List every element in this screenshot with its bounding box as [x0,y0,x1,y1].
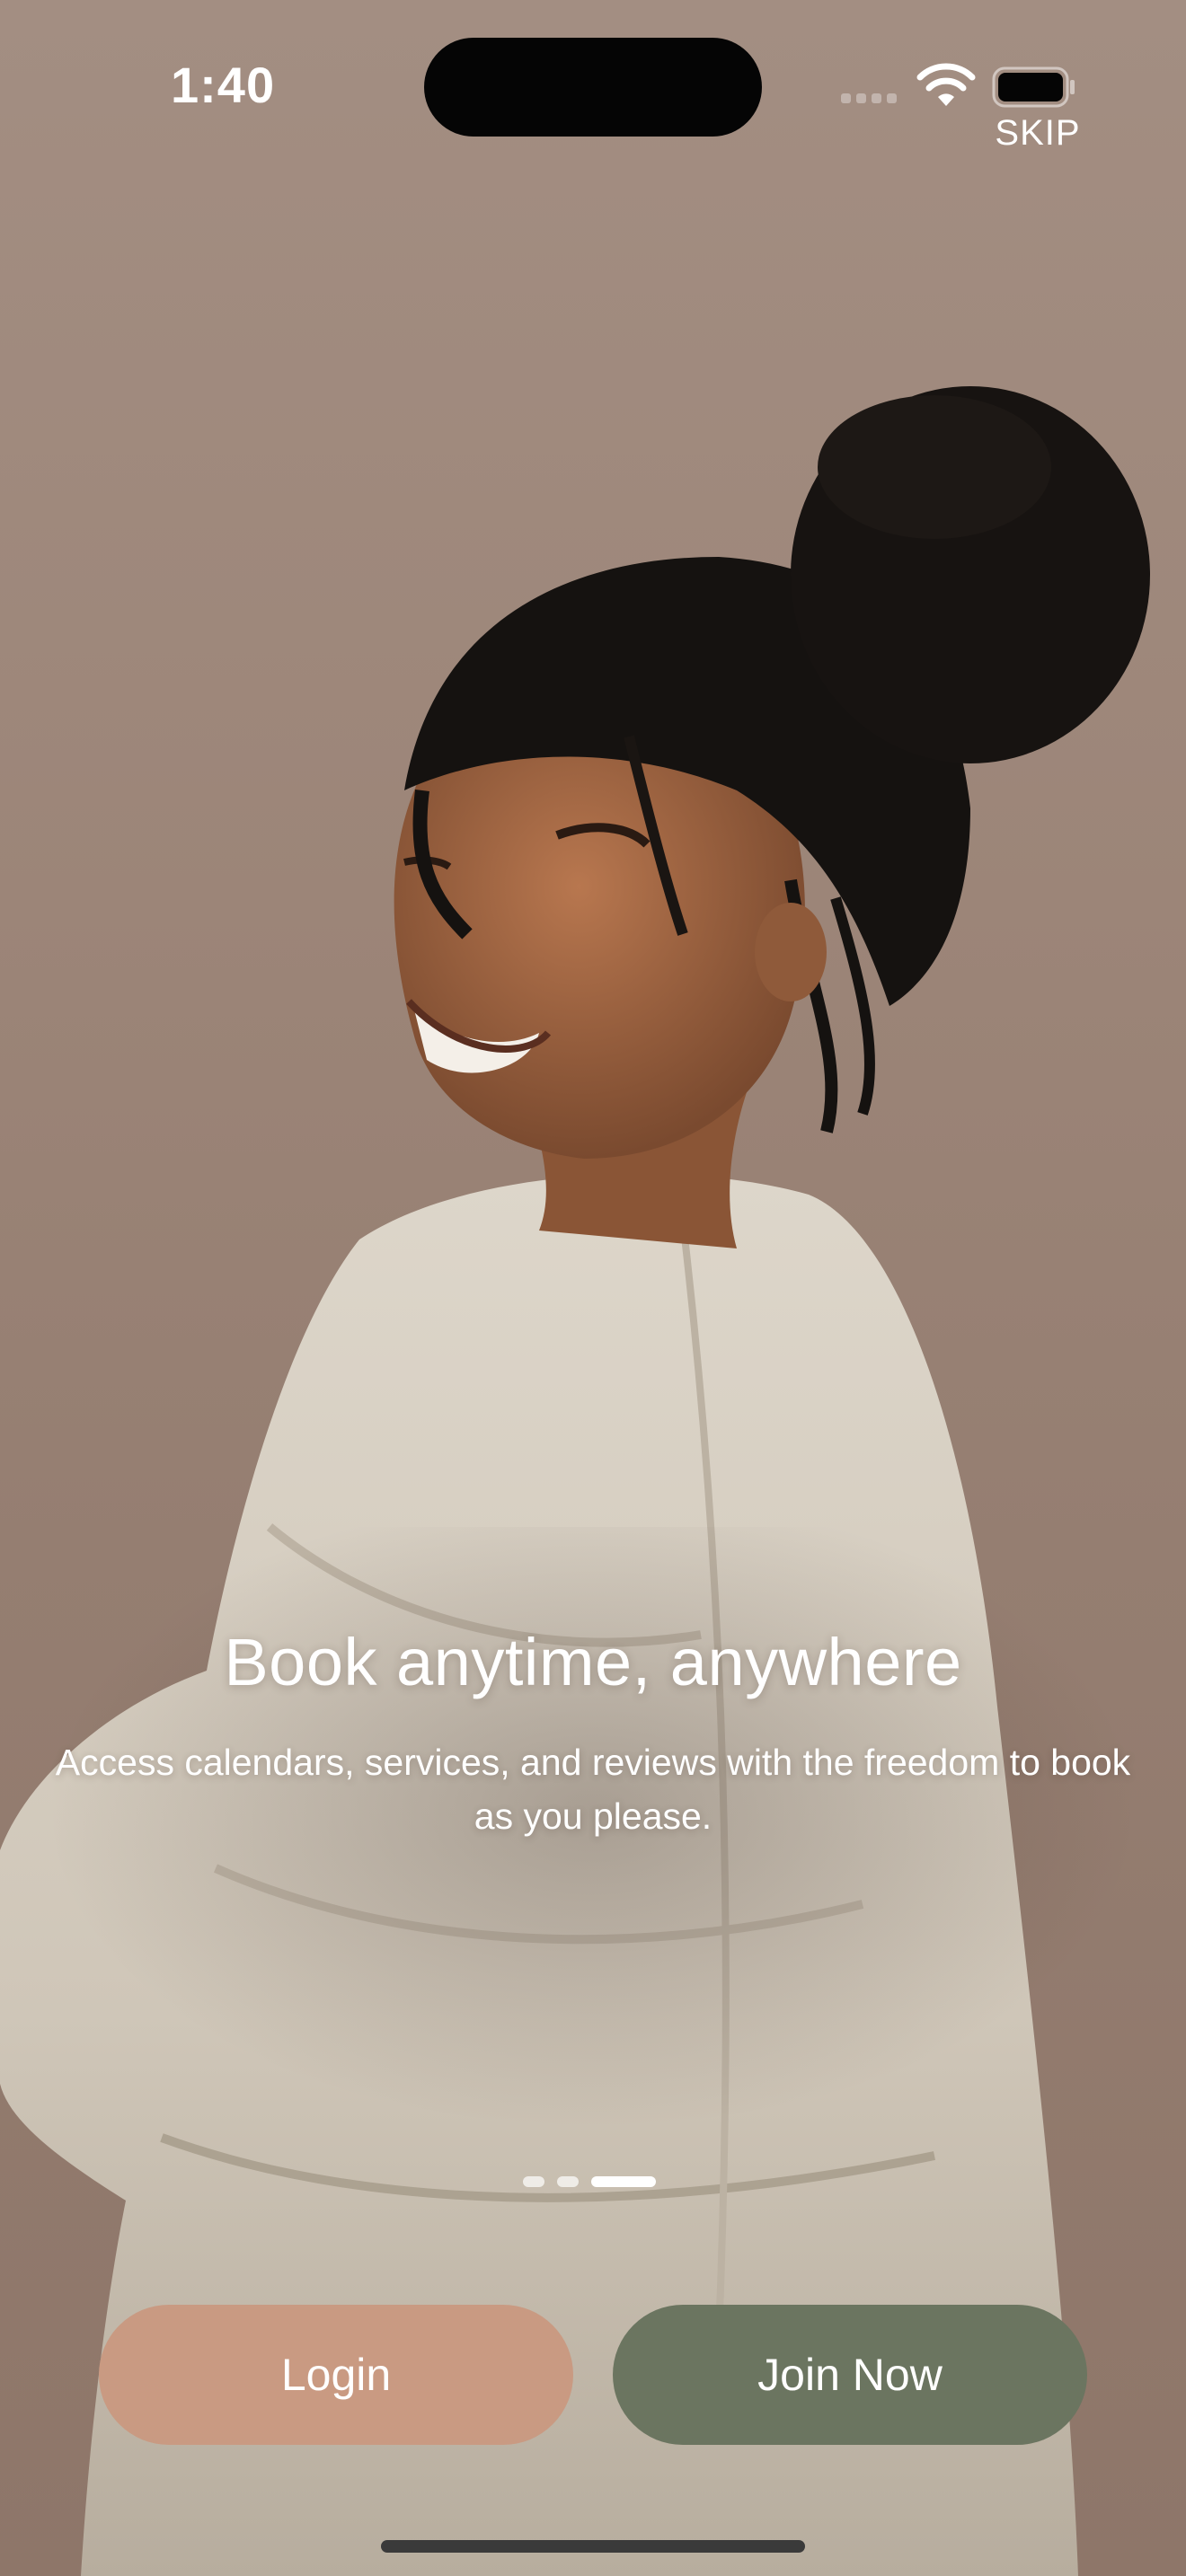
dynamic-island [424,38,762,137]
onboarding-screen: 1:40 SKIP Book anytime, anywhere Access … [0,0,1186,2576]
page-dot-2[interactable] [557,2176,579,2187]
wifi-icon [916,63,976,106]
onboarding-subtitle: Access calendars, services, and reviews … [55,1742,1131,1837]
hero-image [0,386,1150,2576]
page-dot-3-active[interactable] [591,2176,656,2187]
status-time: 1:40 [171,57,276,113]
login-button[interactable]: Login [99,2305,573,2445]
page-dot-1[interactable] [523,2176,544,2187]
skip-button[interactable]: SKIP [988,113,1087,160]
onboarding-title: Book anytime, anywhere [224,1625,962,1699]
page-indicator [523,2176,656,2187]
join-now-button[interactable]: Join Now [613,2305,1087,2445]
signal-icon [841,93,897,103]
battery-icon [992,66,1075,108]
home-indicator[interactable] [381,2540,805,2553]
